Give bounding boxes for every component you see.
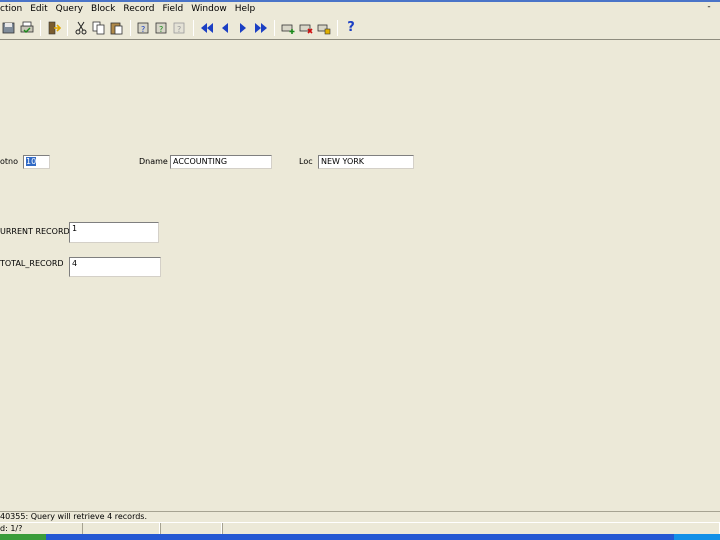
deptno-label: otno: [0, 157, 18, 166]
cut-icon[interactable]: [73, 20, 89, 36]
next-record-icon[interactable]: [235, 20, 251, 36]
copy-icon[interactable]: [91, 20, 107, 36]
menu-field[interactable]: Field: [158, 3, 187, 15]
loc-field[interactable]: NEW YORK: [318, 155, 414, 169]
menu-window[interactable]: Window: [187, 3, 231, 15]
menu-record[interactable]: Record: [119, 3, 158, 15]
menu-edit[interactable]: Edit: [26, 3, 51, 15]
start-button[interactable]: [0, 534, 46, 540]
dname-label: Dname: [139, 157, 168, 166]
help-icon[interactable]: ?: [343, 20, 359, 36]
svg-text:?: ?: [177, 25, 181, 34]
minimize-button[interactable]: -: [704, 3, 714, 13]
paste-icon[interactable]: [109, 20, 125, 36]
os-taskbar: [0, 534, 720, 540]
menu-bar: ction Edit Query Block Record Field Wind…: [0, 2, 720, 16]
toolbar-separator: [40, 20, 41, 36]
current-record-label: URRENT RECORD: [0, 227, 70, 236]
total-record-field[interactable]: 4: [69, 257, 161, 277]
toolbar-separator: [337, 20, 338, 36]
insert-record-icon[interactable]: [280, 20, 296, 36]
toolbar-separator: [67, 20, 68, 36]
toolbar-divider: [0, 39, 720, 40]
previous-record-icon[interactable]: [217, 20, 233, 36]
record-indicator: d: 1/?: [0, 524, 23, 533]
loc-label: Loc: [299, 157, 313, 166]
lock-record-icon[interactable]: [316, 20, 332, 36]
current-record-field[interactable]: 1: [69, 222, 159, 243]
execute-query-icon[interactable]: ?: [154, 20, 170, 36]
deptno-field[interactable]: 10: [23, 155, 50, 169]
toolbar-separator: [274, 20, 275, 36]
save-icon[interactable]: [1, 20, 17, 36]
message-line: 40355: Query will retrieve 4 records.: [0, 511, 720, 522]
system-tray: [674, 534, 720, 540]
dname-field[interactable]: ACCOUNTING: [170, 155, 272, 169]
svg-text:?: ?: [141, 25, 145, 34]
print-icon[interactable]: [19, 20, 35, 36]
last-record-icon[interactable]: [253, 20, 269, 36]
toolbar-separator: [130, 20, 131, 36]
svg-text:?: ?: [159, 25, 163, 34]
first-record-icon[interactable]: [199, 20, 215, 36]
exit-icon[interactable]: [46, 20, 62, 36]
menu-help[interactable]: Help: [231, 3, 260, 15]
toolbar: ? ? ? ?: [0, 17, 720, 39]
menu-block[interactable]: Block: [87, 3, 119, 15]
deptno-value: 10: [26, 157, 37, 166]
toolbar-separator: [193, 20, 194, 36]
cancel-query-icon[interactable]: ?: [172, 20, 188, 36]
menu-action[interactable]: ction: [0, 3, 26, 15]
enter-query-icon[interactable]: ?: [136, 20, 152, 36]
total-record-label: TOTAL_RECORD: [0, 259, 64, 268]
menu-query[interactable]: Query: [52, 3, 87, 15]
delete-record-icon[interactable]: [298, 20, 314, 36]
status-bar: d: 1/?: [0, 522, 720, 535]
